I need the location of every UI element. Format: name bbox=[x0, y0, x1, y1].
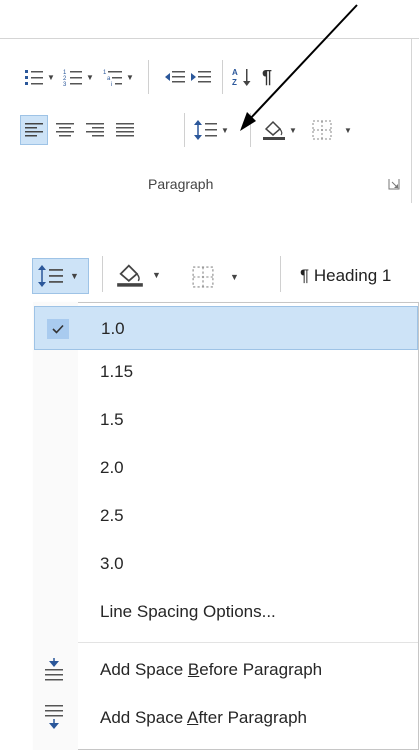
menu-item-label: 1.0 bbox=[101, 319, 125, 338]
menu-item-1-0[interactable]: 1.0 bbox=[34, 306, 418, 350]
label-part: Add Space bbox=[100, 660, 188, 679]
borders-button[interactable]: ▼ bbox=[192, 262, 239, 292]
menu-item-3-0[interactable]: 3.0 bbox=[34, 542, 418, 586]
borders-icon bbox=[192, 266, 214, 288]
menu-item-1-15[interactable]: 1.15 bbox=[34, 350, 418, 394]
access-key: A bbox=[186, 708, 199, 727]
group-label: Paragraph bbox=[148, 176, 214, 192]
chevron-down-icon: ▼ bbox=[70, 271, 79, 281]
menu-item-1-5[interactable]: 1.5 bbox=[34, 398, 418, 442]
annotation-arrow-icon bbox=[240, 4, 358, 131]
label-part: efore Paragraph bbox=[199, 660, 323, 679]
style-gallery-heading[interactable]: ¶ Heading 1 bbox=[300, 266, 391, 286]
separator bbox=[280, 256, 281, 292]
menu-item-label: 1.15 bbox=[100, 362, 134, 381]
menu-item-add-space-before[interactable]: Add Space Before Paragraph bbox=[34, 648, 418, 692]
check-icon bbox=[47, 319, 69, 339]
add-space-before-icon bbox=[45, 658, 63, 681]
label-part: fter Paragraph bbox=[198, 708, 307, 727]
menu-item-label: Add Space After Paragraph bbox=[100, 696, 307, 740]
menu-item-label: Line Spacing Options... bbox=[100, 602, 276, 621]
menu-item-label: 2.5 bbox=[100, 506, 124, 525]
menu-item-label: 3.0 bbox=[100, 554, 124, 573]
shading-button[interactable]: ▼ bbox=[116, 260, 161, 290]
menu-item-2-0[interactable]: 2.0 bbox=[34, 446, 418, 490]
access-key: B bbox=[187, 660, 200, 679]
menu-item-2-5[interactable]: 2.5 bbox=[34, 494, 418, 538]
menu-item-label: Add Space Before Paragraph bbox=[100, 648, 322, 692]
menu-separator bbox=[78, 642, 418, 643]
dialog-launcher-icon[interactable] bbox=[388, 178, 400, 190]
label-part: Add Space bbox=[100, 708, 187, 727]
menu-item-label: 2.0 bbox=[100, 458, 124, 477]
separator bbox=[102, 256, 103, 292]
add-space-after-icon bbox=[45, 705, 63, 729]
menu-item-add-space-after[interactable]: Add Space After Paragraph bbox=[34, 696, 418, 740]
line-spacing-button-open[interactable]: ▼ bbox=[32, 258, 89, 294]
chevron-down-icon: ▼ bbox=[152, 270, 161, 280]
menu-item-line-spacing-options[interactable]: Line Spacing Options... bbox=[34, 590, 418, 634]
shading-icon bbox=[117, 264, 143, 287]
menu-item-label: 1.5 bbox=[100, 410, 124, 429]
chevron-down-icon: ▼ bbox=[230, 272, 239, 282]
line-spacing-icon bbox=[38, 265, 63, 287]
